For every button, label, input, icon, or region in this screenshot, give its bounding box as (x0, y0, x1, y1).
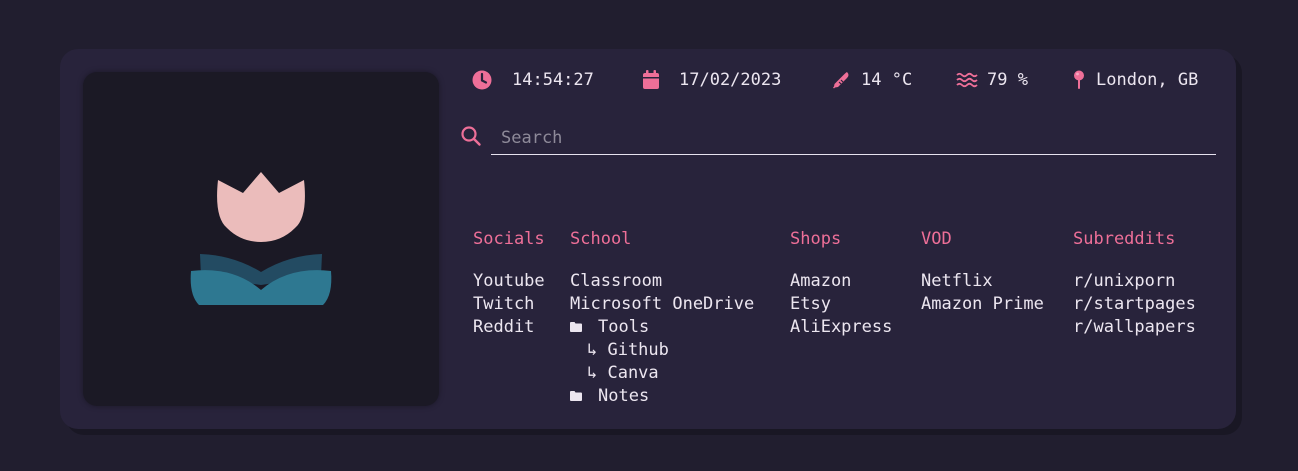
link-microsoft-onedrive[interactable]: Microsoft OneDrive (570, 293, 754, 316)
status-location: London, GB (1072, 68, 1198, 92)
folder-icon (570, 316, 584, 339)
search-icon[interactable] (460, 125, 482, 147)
thermometer-icon (833, 72, 849, 89)
tulip-flower (217, 172, 305, 242)
link-etsy[interactable]: Etsy (790, 293, 892, 316)
search-bar (460, 121, 1216, 161)
map-pin-icon (1074, 70, 1084, 89)
status-date: 17/02/2023 (641, 68, 781, 92)
link-r-wallpapers[interactable]: r/wallpapers (1073, 316, 1196, 339)
column-title: Subreddits (1073, 229, 1176, 249)
humidity-text: 79 % (987, 70, 1028, 90)
column-shops: Shops Amazon Etsy AliExpress (790, 229, 892, 339)
folder-tools[interactable]: Tools (570, 316, 754, 339)
link-github[interactable]: ↳ Github (570, 339, 754, 362)
column-title: Shops (790, 229, 842, 249)
status-time: 14:54:27 (471, 68, 594, 92)
date-text: 17/02/2023 (679, 70, 782, 90)
folder-icon (570, 385, 584, 408)
clock-icon (472, 70, 492, 90)
startpage-card: 14:54:27 17/02/2023 14 °C 79 % London, G… (60, 49, 1236, 429)
status-temperature: 14 °C (830, 68, 912, 92)
link-r-startpages[interactable]: r/startpages (1073, 293, 1196, 316)
humidity-waves-icon (956, 72, 978, 88)
search-input[interactable] (491, 121, 1216, 155)
link-amazon-prime[interactable]: Amazon Prime (921, 293, 1044, 316)
link-aliexpress[interactable]: AliExpress (790, 316, 892, 339)
column-vod: VOD Netflix Amazon Prime (921, 229, 1044, 316)
temperature-text: 14 °C (861, 70, 913, 90)
link-youtube[interactable]: Youtube (473, 270, 545, 293)
column-title: Socials (473, 229, 545, 249)
column-school: School Classroom Microsoft OneDrive Tool… (570, 229, 754, 408)
tulip-illustration (190, 172, 332, 305)
column-subreddits: Subreddits r/unixporn r/startpages r/wal… (1073, 229, 1196, 339)
link-reddit[interactable]: Reddit (473, 316, 545, 339)
status-humidity: 79 % (956, 68, 1028, 92)
link-amazon[interactable]: Amazon (790, 270, 892, 293)
tulip-image-panel (83, 72, 439, 406)
column-title: VOD (921, 229, 952, 249)
location-text: London, GB (1096, 70, 1199, 90)
link-canva[interactable]: ↳ Canva (570, 362, 754, 385)
link-netflix[interactable]: Netflix (921, 270, 1044, 293)
folder-label: Notes (598, 386, 650, 406)
folder-notes[interactable]: Notes (570, 385, 754, 408)
folder-label: Tools (598, 317, 650, 337)
column-title: School (570, 229, 632, 249)
link-classroom[interactable]: Classroom (570, 270, 754, 293)
link-r-unixporn[interactable]: r/unixporn (1073, 270, 1196, 293)
link-twitch[interactable]: Twitch (473, 293, 545, 316)
time-text: 14:54:27 (512, 70, 594, 90)
calendar-icon (643, 70, 659, 89)
column-socials: Socials Youtube Twitch Reddit (473, 229, 545, 339)
